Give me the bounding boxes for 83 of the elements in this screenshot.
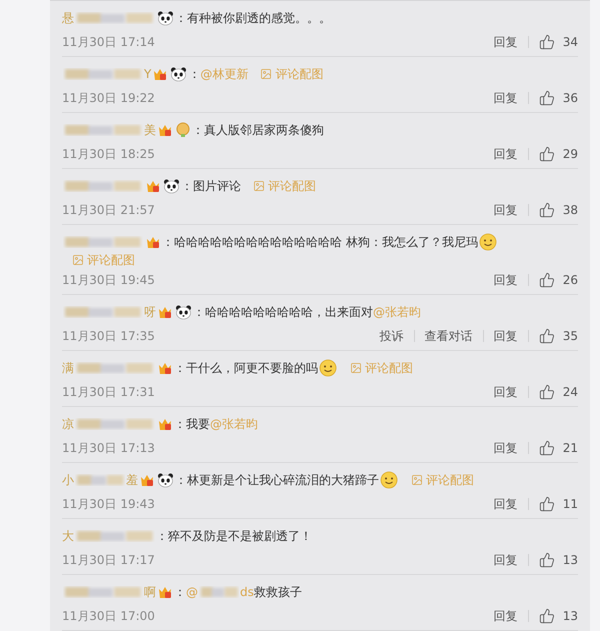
like-button[interactable]: 34 bbox=[528, 34, 578, 50]
comment-action-link[interactable]: 回复 bbox=[484, 148, 529, 160]
like-button[interactable]: 36 bbox=[528, 90, 578, 106]
like-button[interactable]: 13 bbox=[528, 552, 578, 568]
colon-separator: ： bbox=[175, 10, 187, 27]
thumbs-up-icon bbox=[538, 384, 555, 400]
panda-icon bbox=[157, 10, 174, 26]
colon-separator: ： bbox=[175, 472, 187, 489]
comment-text: 哈哈哈哈哈哈哈哈哈，出来面对 bbox=[205, 304, 373, 321]
image-icon bbox=[411, 474, 423, 486]
colon-separator: ： bbox=[174, 416, 186, 433]
thumbs-up-icon bbox=[538, 496, 555, 512]
comment-text: 救救孩子 bbox=[254, 584, 302, 601]
comment-action-link[interactable]: 回复 bbox=[484, 442, 529, 454]
image-icon bbox=[350, 362, 362, 374]
like-button[interactable]: 38 bbox=[528, 202, 578, 218]
colon-separator: ： bbox=[174, 360, 186, 377]
thumbs-up-icon bbox=[538, 328, 555, 344]
comment-time: 11月30日 17:35 bbox=[62, 328, 156, 345]
emoji-icon bbox=[380, 471, 398, 489]
thumbs-up-icon bbox=[538, 34, 555, 50]
panda-icon bbox=[175, 304, 192, 320]
comment-text: 我要 bbox=[186, 416, 210, 433]
comment-time: 11月30日 17:00 bbox=[62, 608, 156, 625]
like-button[interactable]: 35 bbox=[528, 328, 578, 344]
like-button[interactable]: 24 bbox=[528, 384, 578, 400]
comment-action-link[interactable]: 回复 bbox=[484, 386, 529, 398]
comment-action-link[interactable]: 回复 bbox=[484, 498, 529, 510]
colon-separator: ： bbox=[188, 66, 200, 83]
comment-action-link[interactable]: 查看对话 bbox=[414, 330, 484, 342]
like-button[interactable]: 21 bbox=[528, 440, 578, 456]
comment-time: 11月30日 17:17 bbox=[62, 552, 156, 569]
colon-separator: ： bbox=[193, 304, 205, 321]
comment-time: 11月30日 19:22 bbox=[62, 90, 156, 107]
comment-action-link[interactable]: 回复 bbox=[484, 554, 529, 566]
comment-time: 11月30日 17:14 bbox=[62, 34, 156, 51]
comment-text: 干什么，阿更不要脸的吗 bbox=[186, 360, 318, 377]
like-button[interactable]: 29 bbox=[528, 146, 578, 162]
colon-separator: ： bbox=[156, 528, 168, 545]
comment-time: 11月30日 19:45 bbox=[62, 272, 156, 289]
comment-time: 11月30日 18:25 bbox=[62, 146, 156, 163]
comment-time: 11月30日 19:43 bbox=[62, 496, 156, 513]
comment-text: 有种被你剧透的感觉。。。 bbox=[187, 10, 331, 27]
image-icon bbox=[260, 68, 272, 80]
thumbs-up-icon bbox=[538, 440, 555, 456]
emoji-icon bbox=[478, 233, 497, 251]
comment-action-link[interactable]: 投诉 bbox=[370, 330, 415, 342]
comment-text: 哈哈哈哈哈哈哈哈哈哈哈哈哈哈 林狗：我怎么了？我尼玛 bbox=[174, 234, 478, 251]
comment-action-link[interactable]: 回复 bbox=[484, 92, 529, 104]
thumbs-up-icon bbox=[538, 552, 555, 568]
comment-action-link[interactable]: 回复 bbox=[484, 330, 529, 342]
colon-separator: ： bbox=[162, 234, 174, 251]
colon-separator: ： bbox=[181, 178, 193, 195]
thumbs-up-icon bbox=[538, 90, 555, 106]
thumbs-up-icon bbox=[538, 272, 555, 288]
panda-icon bbox=[157, 472, 174, 488]
comment-action-link[interactable]: 回复 bbox=[484, 36, 529, 48]
medal-icon bbox=[175, 122, 191, 138]
comment-action-link[interactable]: 回复 bbox=[484, 610, 529, 622]
image-icon bbox=[72, 254, 84, 266]
comment-text: 猝不及防是不是被剧透了！ bbox=[168, 528, 312, 545]
like-button[interactable]: 13 bbox=[528, 608, 578, 624]
emoji-icon bbox=[319, 359, 337, 377]
blurred-name-drawing bbox=[199, 584, 239, 600]
panda-icon bbox=[170, 66, 188, 82]
thumbs-up-icon bbox=[538, 202, 555, 218]
comment-action-link[interactable]: 回复 bbox=[484, 274, 529, 286]
comment-text: 图片评论 bbox=[193, 178, 241, 195]
comment-text: 真人版邻居家两条傻狗 bbox=[204, 122, 324, 139]
comment-action-link[interactable]: 回复 bbox=[484, 204, 529, 216]
thumbs-up-icon bbox=[538, 608, 555, 624]
comment-time: 11月30日 21:57 bbox=[62, 202, 156, 219]
image-icon bbox=[253, 180, 265, 192]
comment-time: 11月30日 17:31 bbox=[62, 384, 156, 401]
comment-text: 林更新是个让我心碎流泪的大猪蹄子 bbox=[187, 472, 379, 489]
colon-separator: ： bbox=[192, 122, 204, 139]
thumbs-up-icon bbox=[538, 146, 555, 162]
like-button[interactable]: 11 bbox=[528, 496, 578, 512]
panda-icon bbox=[163, 178, 180, 194]
like-button[interactable]: 26 bbox=[528, 272, 578, 288]
comment-time: 11月30日 17:13 bbox=[62, 440, 156, 457]
blurred-name-drawing bbox=[75, 472, 125, 488]
colon-separator: ： bbox=[174, 584, 186, 601]
